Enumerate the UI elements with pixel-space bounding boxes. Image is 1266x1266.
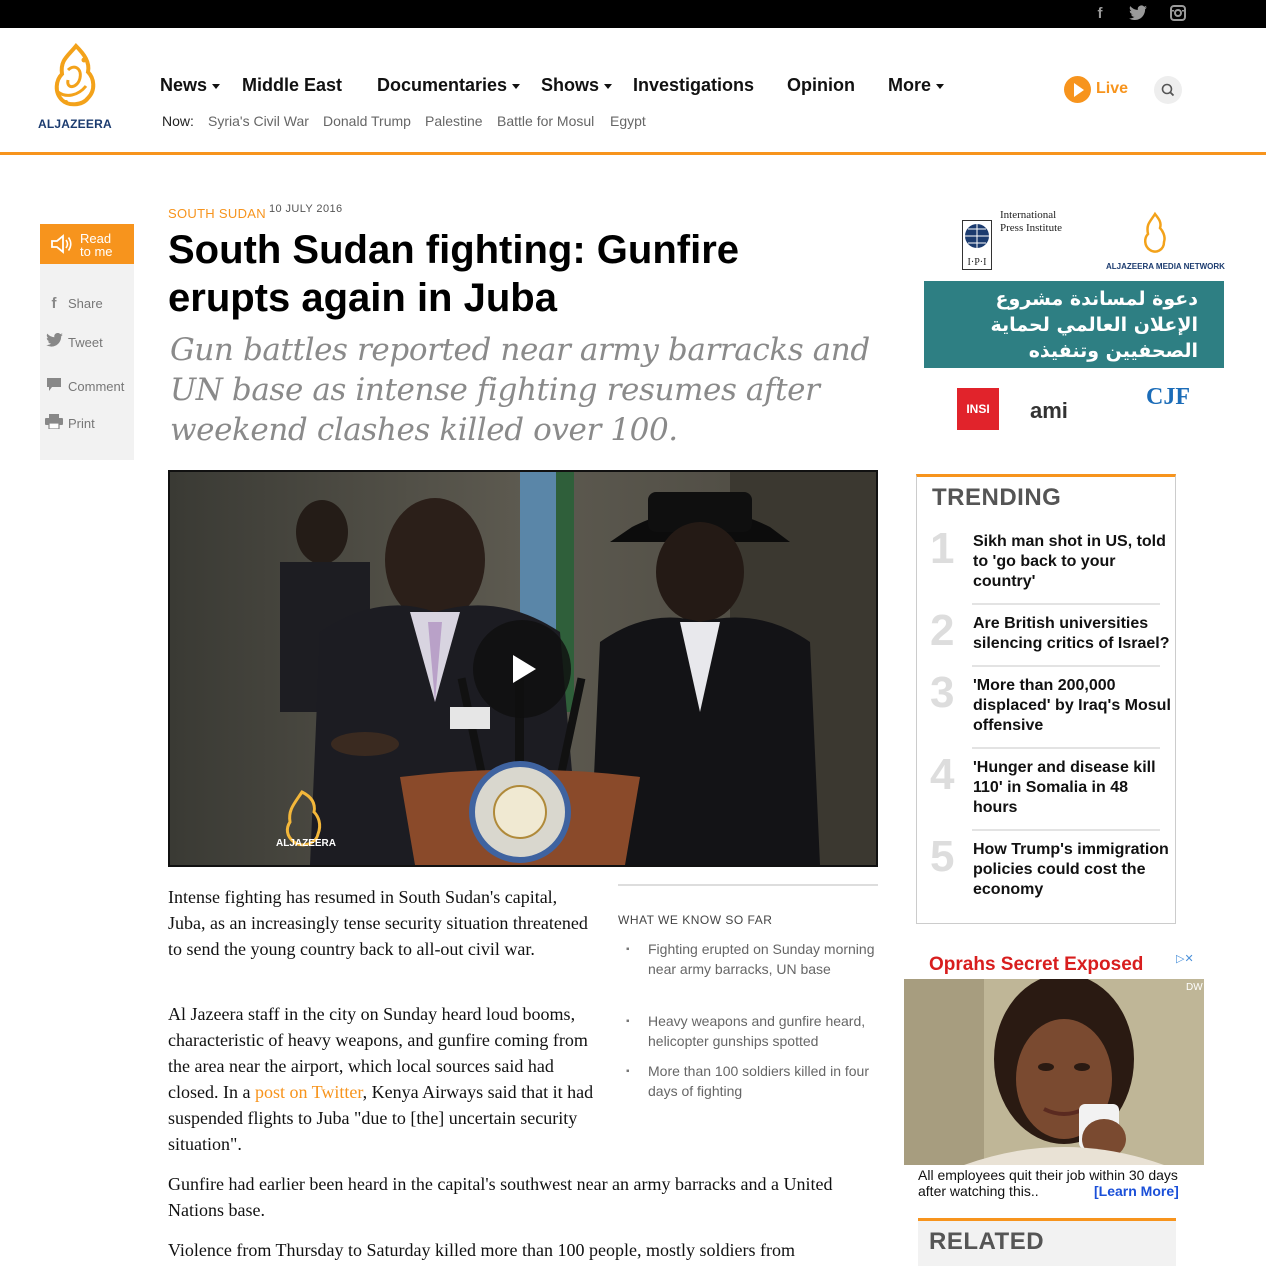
nav-opinion[interactable]: Opinion [787, 75, 855, 96]
bullet-icon: ▪ [626, 1016, 630, 1027]
trending-rank: 3 [930, 668, 955, 717]
trending-title: TRENDING [932, 484, 1062, 511]
trending-item-5[interactable]: How Trump's immigration policies could c… [973, 840, 1173, 900]
paragraph-4: Violence from Thursday to Saturday kille… [168, 1240, 795, 1260]
video-logo-bug: ALJAZEERA [276, 838, 337, 849]
aljazeera-network-logo [1144, 211, 1166, 253]
bullet-icon: ▪ [626, 944, 630, 955]
read-to-me-button[interactable]: Read to me [40, 224, 134, 264]
what-we-know-item: Heavy weapons and gunfire heard, helicop… [648, 1013, 866, 1049]
read-to-me-label: Read to me [80, 231, 113, 259]
article-standfirst: Gun battles reported near army barracks … [170, 332, 870, 448]
section-kicker[interactable]: SOUTH SUDAN [168, 206, 266, 221]
insi-logo[interactable]: INSI [957, 388, 999, 430]
facebook-icon[interactable]: f [1091, 5, 1109, 23]
trending-rank: 5 [930, 832, 955, 881]
live-button[interactable]: Live [1064, 75, 1128, 103]
trending-item-3[interactable]: 'More than 200,000 displaced' by Iraq's … [973, 676, 1173, 736]
trending-item-1[interactable]: Sikh man shot in US, told to 'go back to… [973, 532, 1173, 592]
ipi-logo[interactable]: I·P·I [962, 220, 992, 270]
now-link-mosul[interactable]: Battle for Mosul [497, 113, 594, 129]
speaker-icon [51, 234, 72, 254]
live-label: Live [1096, 80, 1129, 97]
print-icon [44, 414, 64, 433]
bullet-icon: ▪ [626, 1066, 630, 1077]
instagram-icon[interactable] [1169, 5, 1187, 23]
what-we-know-title: WHAT WE KNOW SO FAR [618, 913, 773, 927]
nav-shows[interactable]: Shows [541, 75, 613, 96]
nav-more[interactable]: More [888, 75, 945, 96]
video-play-button[interactable] [473, 620, 571, 718]
facebook-icon: f [51, 295, 57, 312]
now-link-syria[interactable]: Syria's Civil War [208, 113, 309, 129]
chevron-down-icon [936, 83, 945, 89]
ad-choices-icon[interactable]: ▷✕ [1176, 952, 1194, 965]
what-we-know-item: More than 100 soldiers killed in four da… [648, 1063, 870, 1099]
top-social-bar: f [0, 0, 1266, 28]
now-link-egypt[interactable]: Egypt [610, 113, 646, 129]
chevron-down-icon [212, 83, 221, 89]
nav-middle-east[interactable]: Middle East [242, 75, 342, 96]
globe-icon: I·P·I [965, 224, 989, 268]
trending-divider [972, 603, 1160, 605]
paragraph-3: Gunfire had earlier been heard in the ca… [168, 1174, 833, 1220]
twitter-icon [44, 332, 64, 351]
twitter-icon[interactable] [1129, 5, 1147, 23]
comment-button[interactable]: Comment [44, 377, 124, 396]
ad-source-label: DW [1186, 982, 1203, 993]
aljazeera-network-label: ALJAZEERA MEDIA NETWORK [1106, 262, 1225, 271]
share-twitter-button[interactable]: Tweet [44, 332, 103, 351]
related-title: RELATED [929, 1228, 1045, 1255]
print-label: Print [68, 416, 95, 431]
search-icon [1161, 83, 1175, 97]
print-button[interactable]: Print [44, 414, 95, 433]
svg-text:I·P·I: I·P·I [968, 257, 987, 268]
trending-divider [972, 747, 1160, 749]
comment-label: Comment [68, 379, 125, 394]
comment-icon [44, 377, 64, 396]
nav-documentaries[interactable]: Documentaries [377, 75, 521, 96]
now-label: Now: [162, 113, 194, 129]
now-link-palestine[interactable]: Palestine [425, 113, 483, 129]
article-date: 10 JULY 2016 [269, 203, 343, 215]
share-label: Share [68, 296, 103, 311]
trending-rank: 1 [930, 524, 955, 573]
now-link-trump[interactable]: Donald Trump [323, 113, 411, 129]
chevron-down-icon [604, 83, 613, 89]
trending-rank: 2 [930, 606, 955, 655]
play-icon [1064, 75, 1091, 103]
chevron-down-icon [512, 83, 521, 89]
nav-news[interactable]: News [160, 75, 221, 96]
ad-headline[interactable]: Oprahs Secret Exposed [929, 954, 1143, 976]
ipi-name: International Press Institute [1000, 209, 1063, 234]
trending-rank: 4 [930, 750, 955, 799]
ad-learn-more-link[interactable]: [Learn More] [1094, 1183, 1179, 1199]
share-facebook-button[interactable]: f Share [44, 295, 103, 312]
paragraph-2: Al Jazeera staff in the city on Sunday h… [168, 1004, 594, 1154]
what-we-know-divider [618, 884, 878, 886]
ami-logo[interactable]: ami [1030, 398, 1068, 424]
tweet-label: Tweet [68, 334, 103, 350]
nav-investigations[interactable]: Investigations [633, 75, 754, 96]
search-button[interactable] [1154, 76, 1182, 104]
declaration-banner-text: دعوة لمساندة مشروع الإعلان العالمي لحماي… [990, 288, 1198, 362]
ad-photo [904, 979, 1204, 1165]
logo-wordmark: ALJAZEERA [38, 117, 112, 131]
trending-item-4[interactable]: 'Hunger and disease kill 110' in Somalia… [973, 758, 1173, 818]
ad-image[interactable] [904, 979, 1204, 1165]
article-headline: South Sudan fighting: Gunfire erupts aga… [168, 228, 740, 320]
trending-divider [972, 665, 1160, 667]
cdfj-logo[interactable]: CJF [1146, 384, 1190, 411]
trending-divider [972, 829, 1160, 831]
site-header: ALJAZEERA News Middle East Documentaries… [0, 28, 1266, 155]
what-we-know-item: Fighting erupted on Sunday morning near … [648, 941, 875, 977]
trending-item-2[interactable]: Are British universities silencing criti… [973, 614, 1173, 654]
paragraph-1: Intense fighting has resumed in South Su… [168, 887, 588, 959]
twitter-post-link[interactable]: post on Twitter [255, 1082, 363, 1102]
